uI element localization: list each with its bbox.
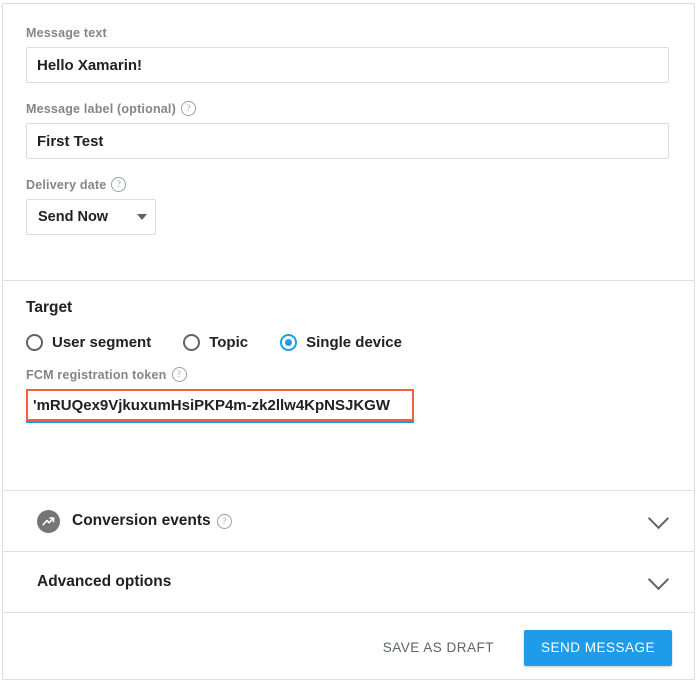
help-circle-icon[interactable]: ?	[217, 514, 232, 529]
help-circle-icon[interactable]: ?	[111, 177, 126, 192]
message-text-input[interactable]: Hello Xamarin!	[26, 47, 669, 83]
analytics-icon	[37, 510, 60, 533]
target-option-single-device[interactable]: Single device	[280, 334, 402, 351]
save-as-draft-button[interactable]: SAVE AS DRAFT	[369, 630, 508, 665]
fcm-token-field-wrapper: 'mRUQex9VjkuxumHsiPKP4m-zk2llw4KpNSJKGW	[26, 389, 414, 423]
fcm-token-label: FCM registration token ?	[26, 367, 671, 382]
conversion-events-left: Conversion events ?	[37, 510, 232, 533]
message-text-field-block: Message text Hello Xamarin!	[26, 26, 671, 83]
delivery-date-field-block: Delivery date ? Send Now	[26, 177, 671, 235]
send-message-button[interactable]: SEND MESSAGE	[524, 630, 672, 666]
message-label-label: Message label (optional) ?	[26, 101, 671, 116]
message-text-value: Hello Xamarin!	[37, 57, 142, 74]
fcm-token-label-text: FCM registration token	[26, 368, 167, 382]
help-circle-icon[interactable]: ?	[181, 101, 196, 116]
radio-unchecked-icon[interactable]	[26, 334, 43, 351]
fcm-token-value: 'mRUQex9VjkuxumHsiPKP4m-zk2llw4KpNSJKGW	[33, 397, 390, 414]
advanced-options-title: Advanced options	[37, 573, 171, 591]
chevron-down-icon[interactable]	[648, 568, 669, 589]
conversion-events-title: Conversion events	[72, 512, 211, 530]
advanced-options-left: Advanced options	[37, 573, 171, 591]
conversion-events-title-wrap: Conversion events ?	[72, 512, 232, 530]
chevron-down-icon[interactable]	[648, 507, 669, 528]
target-option-user-segment-label: User segment	[52, 334, 151, 351]
advanced-options-row[interactable]: Advanced options	[3, 552, 694, 612]
caret-down-icon	[137, 214, 147, 220]
fcm-token-focus-underline	[26, 421, 414, 423]
target-title: Target	[26, 299, 671, 317]
target-radio-group: User segment Topic Single device	[26, 334, 671, 351]
compose-notification-card: Message text Hello Xamarin! Message labe…	[2, 3, 695, 680]
target-section: Target User segment Topic Single device …	[3, 281, 694, 490]
message-compose-section: Message text Hello Xamarin! Message labe…	[3, 4, 694, 280]
fcm-token-input[interactable]: 'mRUQex9VjkuxumHsiPKP4m-zk2llw4KpNSJKGW	[26, 389, 414, 421]
message-text-label-text: Message text	[26, 26, 107, 40]
conversion-events-row[interactable]: Conversion events ?	[3, 491, 694, 551]
target-option-topic-label: Topic	[209, 334, 248, 351]
help-circle-icon[interactable]: ?	[172, 367, 187, 382]
message-text-label: Message text	[26, 26, 671, 40]
message-label-input[interactable]: First Test	[26, 123, 669, 159]
message-label-field-block: Message label (optional) ? First Test	[26, 101, 671, 159]
message-label-value: First Test	[37, 133, 103, 150]
message-label-label-text: Message label (optional)	[26, 102, 176, 116]
target-option-single-device-label: Single device	[306, 334, 402, 351]
action-footer: SAVE AS DRAFT SEND MESSAGE	[3, 613, 694, 682]
delivery-date-select[interactable]: Send Now	[26, 199, 156, 235]
delivery-date-label-text: Delivery date	[26, 178, 106, 192]
target-option-topic[interactable]: Topic	[183, 334, 248, 351]
target-option-user-segment[interactable]: User segment	[26, 334, 151, 351]
radio-unchecked-icon[interactable]	[183, 334, 200, 351]
delivery-date-label: Delivery date ?	[26, 177, 671, 192]
delivery-date-selected-value: Send Now	[38, 209, 108, 225]
advanced-options-title-wrap: Advanced options	[37, 573, 171, 591]
radio-checked-icon[interactable]	[280, 334, 297, 351]
